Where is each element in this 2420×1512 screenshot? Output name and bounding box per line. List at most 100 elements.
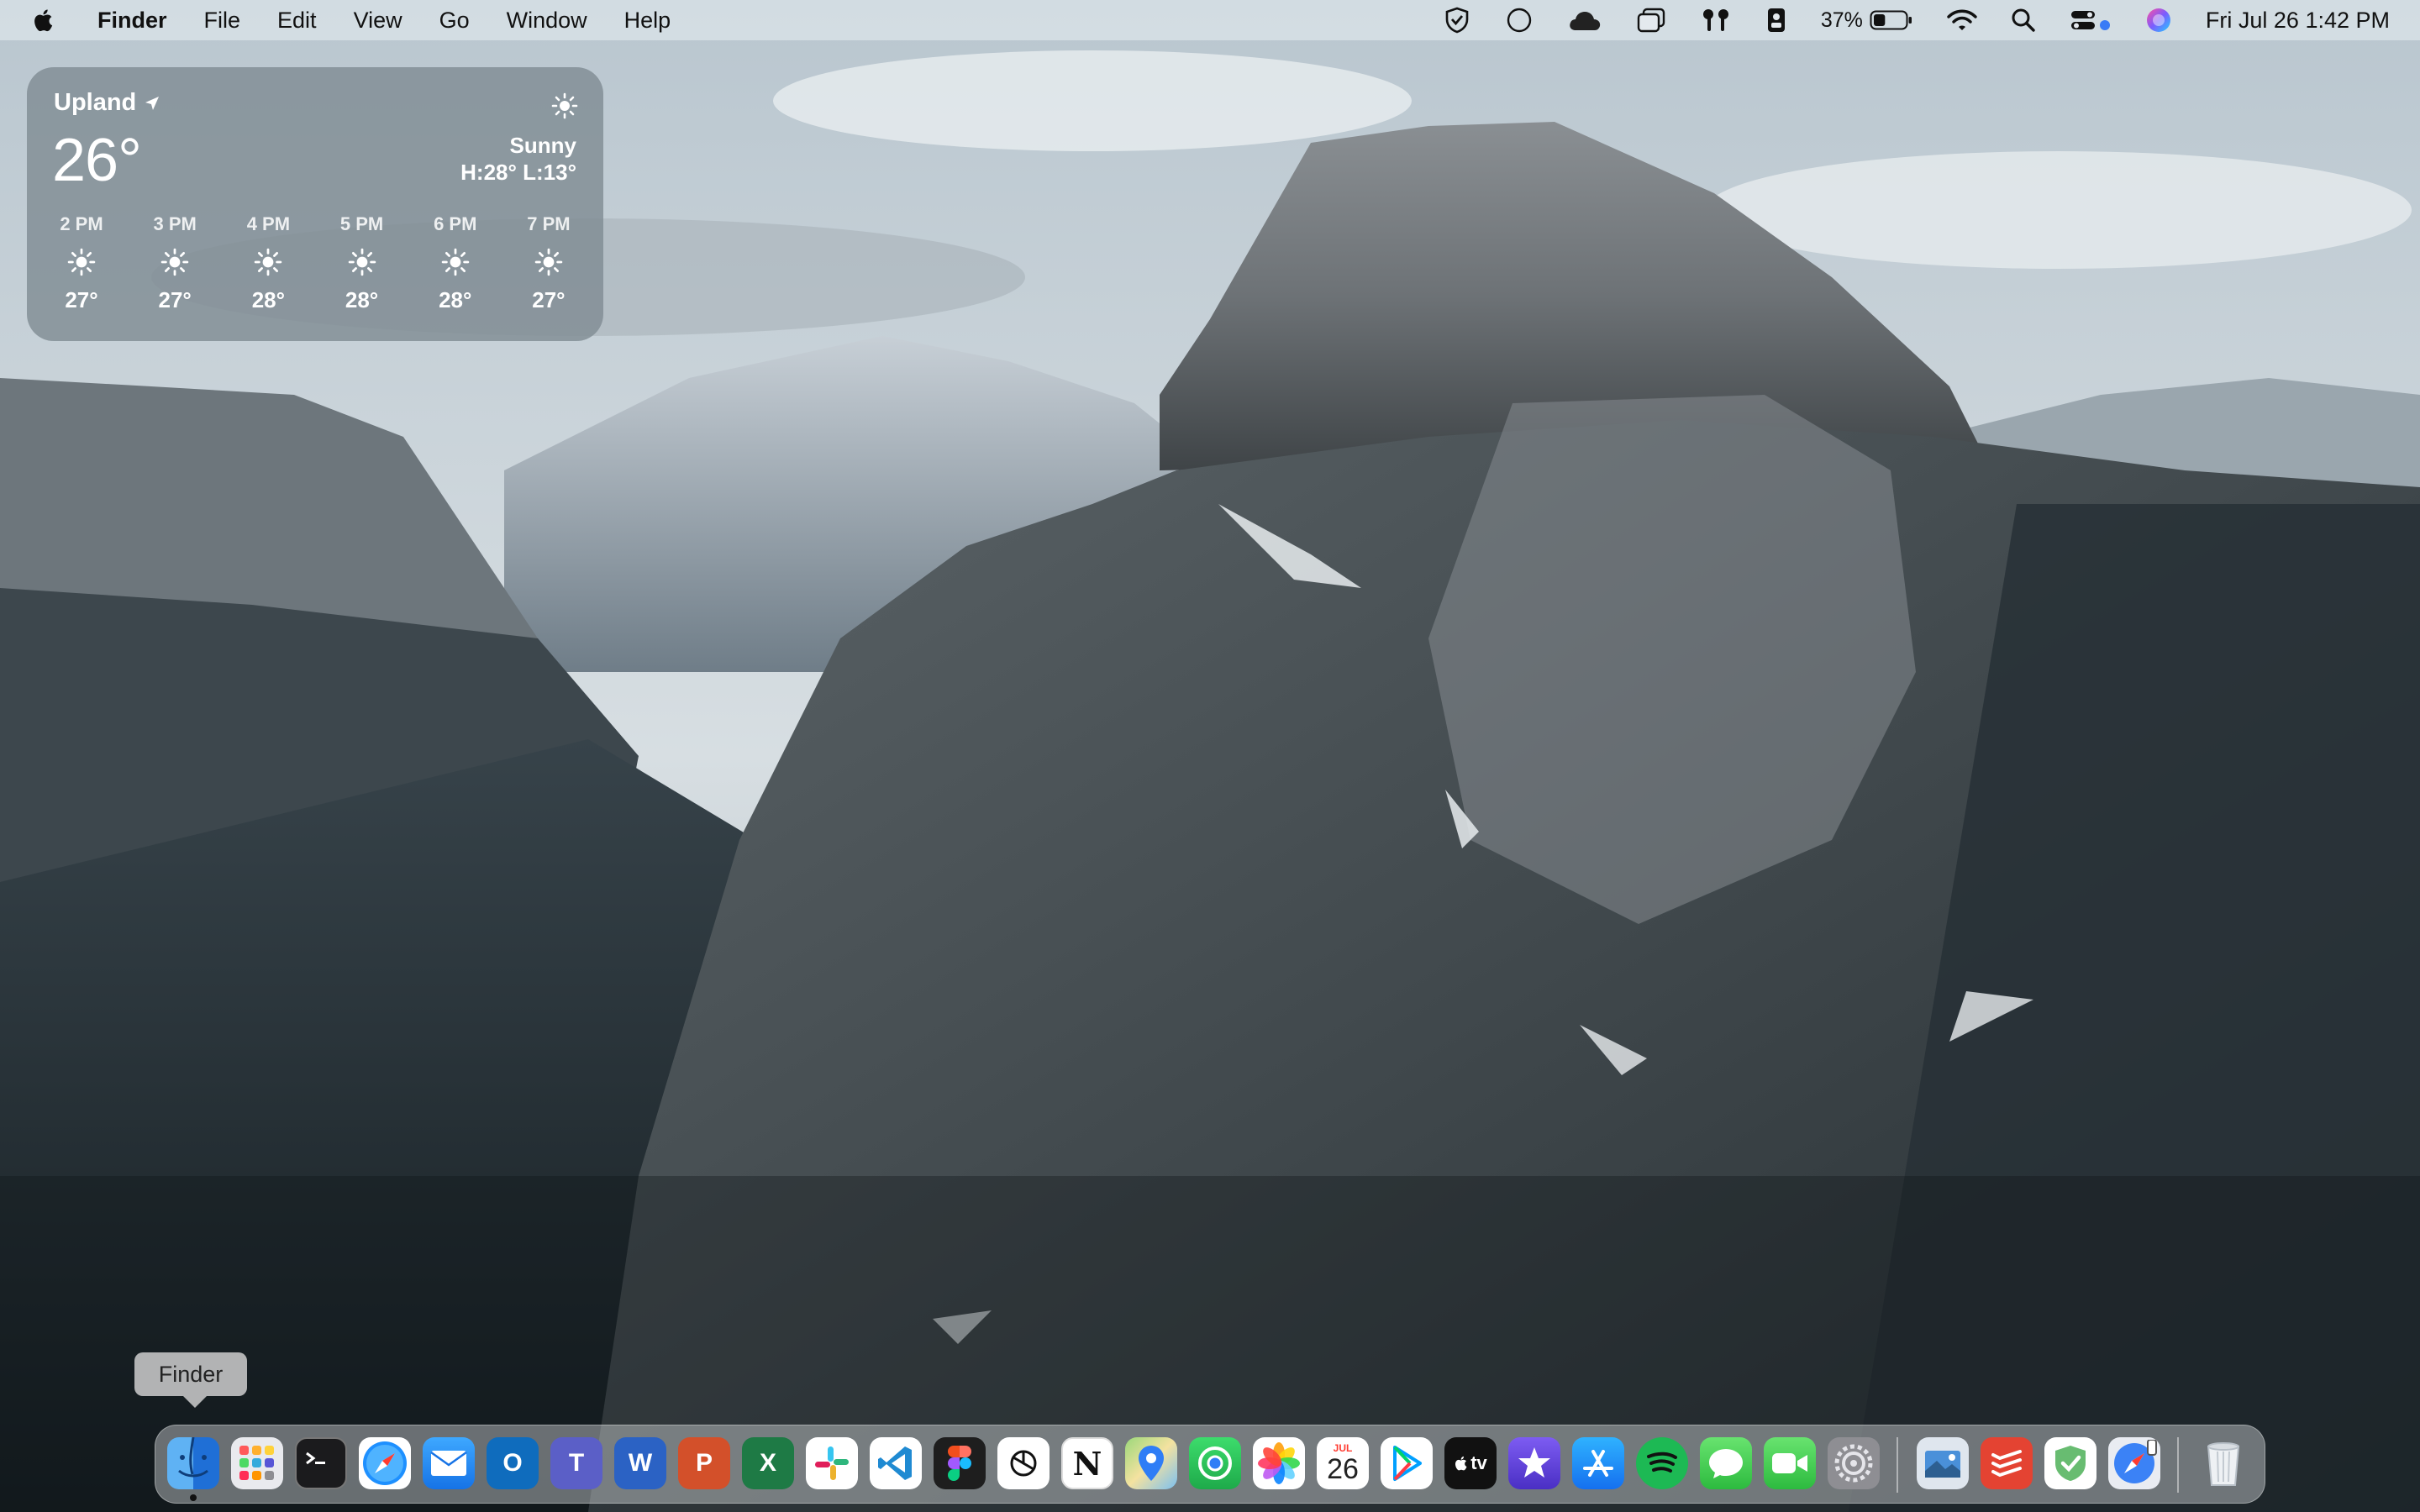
wifi-icon[interactable] (1947, 0, 1977, 40)
dock-app-find-my[interactable] (1189, 1437, 1241, 1489)
dock-app-imovie[interactable] (1508, 1437, 1560, 1489)
dock-app-excel[interactable]: X (742, 1437, 794, 1489)
dock-app-facetime[interactable] (1764, 1437, 1816, 1489)
spotify-waves-icon (1647, 1452, 1677, 1473)
menu-help[interactable]: Help (624, 8, 671, 34)
word-logo-icon: W (628, 1449, 653, 1477)
dock-app-word[interactable]: W (614, 1437, 666, 1489)
shield-check-icon[interactable] (1443, 0, 1471, 40)
dock-separator (2177, 1437, 2179, 1493)
forecast-temp: 27° (532, 287, 566, 312)
dock-app-chatgpt[interactable] (997, 1437, 1050, 1489)
sun-icon (254, 247, 282, 277)
circle-icon[interactable] (1505, 0, 1534, 40)
dock-app-system-settings[interactable] (1828, 1437, 1880, 1489)
dock-app-calendar[interactable]: JUL 26 (1317, 1437, 1369, 1489)
forecast-temp: 28° (345, 287, 379, 312)
tv-label: tv (1470, 1452, 1487, 1473)
dock-app-adguard[interactable] (2044, 1437, 2096, 1489)
apple-logo-icon[interactable] (32, 6, 57, 34)
forecast-hour: 2 PM 27° (52, 213, 111, 313)
apple-logo-icon (1455, 1456, 1467, 1471)
dock-app-todoist[interactable] (1981, 1437, 2033, 1489)
chatgpt-logo-icon (1010, 1450, 1037, 1477)
id-card-icon[interactable] (1765, 0, 1787, 40)
video-camera-icon (1772, 1453, 1807, 1473)
dock-app-preview[interactable] (1917, 1437, 1969, 1489)
forecast-hour: 5 PM 28° (333, 213, 392, 313)
location-arrow-icon (145, 96, 160, 110)
sun-icon (534, 247, 563, 277)
powerpoint-logo-icon: P (695, 1449, 713, 1477)
spotlight-search-icon[interactable] (2011, 0, 2036, 40)
forecast-time: 2 PM (60, 213, 103, 234)
forecast-hour: 7 PM 27° (519, 213, 578, 313)
dock-app-maps[interactable] (1125, 1437, 1177, 1489)
app-store-a-icon (1583, 1450, 1613, 1477)
terminal-prompt-icon (306, 1452, 325, 1465)
dock-separator (1897, 1437, 1898, 1493)
dock-app-launchpad[interactable] (231, 1437, 283, 1489)
menu-edit[interactable]: Edit (277, 8, 317, 34)
airpods-icon[interactable] (1700, 0, 1732, 40)
menu-app-name[interactable]: Finder (97, 8, 167, 34)
menu-window[interactable]: Window (507, 8, 587, 34)
dock-app-figma[interactable] (934, 1437, 986, 1489)
envelope-icon (430, 1451, 467, 1476)
stacked-windows-icon[interactable] (1636, 0, 1666, 40)
weather-city: Upland (54, 89, 137, 116)
forecast-time: 6 PM (434, 213, 477, 234)
menu-go[interactable]: Go (439, 8, 470, 34)
forecast-time: 4 PM (246, 213, 291, 234)
dock-app-teams[interactable]: T (550, 1437, 602, 1489)
weather-condition: Sunny (509, 133, 576, 158)
dock-app-photos[interactable] (1253, 1437, 1305, 1489)
todoist-logo-icon (1991, 1450, 2022, 1478)
forecast-hour: 3 PM 27° (145, 213, 204, 313)
figma-logo-icon (948, 1446, 971, 1481)
weather-widget[interactable]: Upland 26° Sunny H:28° L:13° 2 PM 27° 3 … (27, 67, 603, 341)
photos-flower-icon (1258, 1442, 1300, 1484)
finder-face-icon (178, 1437, 208, 1478)
dock-app-google-play[interactable] (1381, 1437, 1433, 1489)
menu-file[interactable]: File (204, 8, 241, 34)
radar-icon (1198, 1446, 1232, 1480)
forecast-temp: 28° (439, 287, 472, 312)
dock-app-trash[interactable] (2197, 1437, 2249, 1489)
dock-app-safari-technology-preview[interactable] (2108, 1437, 2160, 1489)
control-center-icon[interactable] (2070, 0, 2112, 40)
weather-hourly-forecast: 2 PM 27° 3 PM 27° 4 PM 28° 5 PM 28° 6 PM… (52, 213, 578, 313)
compass-icon (2114, 1440, 2157, 1483)
forecast-time: 5 PM (339, 213, 384, 234)
calendar-month: JUL (1333, 1442, 1353, 1454)
weather-location: Upland (54, 89, 161, 117)
dock-app-app-store[interactable] (1572, 1437, 1624, 1489)
dock-app-finder[interactable] (167, 1437, 219, 1489)
dock-app-messages[interactable] (1700, 1437, 1752, 1489)
excel-logo-icon: X (759, 1449, 776, 1477)
sun-icon (67, 247, 96, 277)
dock-app-notion[interactable]: N (1061, 1437, 1113, 1489)
dock-app-tv[interactable]: tv (1444, 1437, 1497, 1489)
play-triangle-icon (1393, 1446, 1422, 1481)
shield-check-icon (2055, 1446, 2086, 1481)
dock-app-spotify[interactable] (1636, 1437, 1688, 1489)
vscode-logo-icon (878, 1446, 912, 1480)
dock: O T W P X N JUL 26 tv (155, 1425, 2265, 1504)
dock-app-powerpoint[interactable]: P (678, 1437, 730, 1489)
dock-app-mail[interactable] (423, 1437, 475, 1489)
dock-app-safari[interactable] (359, 1437, 411, 1489)
menubar-clock[interactable]: Fri Jul 26 1:42 PM (2206, 8, 2390, 34)
dock-tooltip: Finder (134, 1352, 247, 1408)
dock-app-slack[interactable] (806, 1437, 858, 1489)
launchpad-grid-icon (239, 1446, 274, 1480)
star-icon (1518, 1447, 1550, 1478)
dock-app-vscode[interactable] (870, 1437, 922, 1489)
battery-indicator[interactable]: 37% (1821, 0, 1913, 40)
menu-view[interactable]: View (354, 8, 402, 34)
cloud-icon[interactable] (1567, 0, 1602, 40)
siri-icon[interactable] (2145, 0, 2172, 40)
dock-app-terminal[interactable] (295, 1437, 347, 1489)
dock-app-outlook[interactable]: O (487, 1437, 539, 1489)
preview-photos-icon (1925, 1451, 1960, 1478)
